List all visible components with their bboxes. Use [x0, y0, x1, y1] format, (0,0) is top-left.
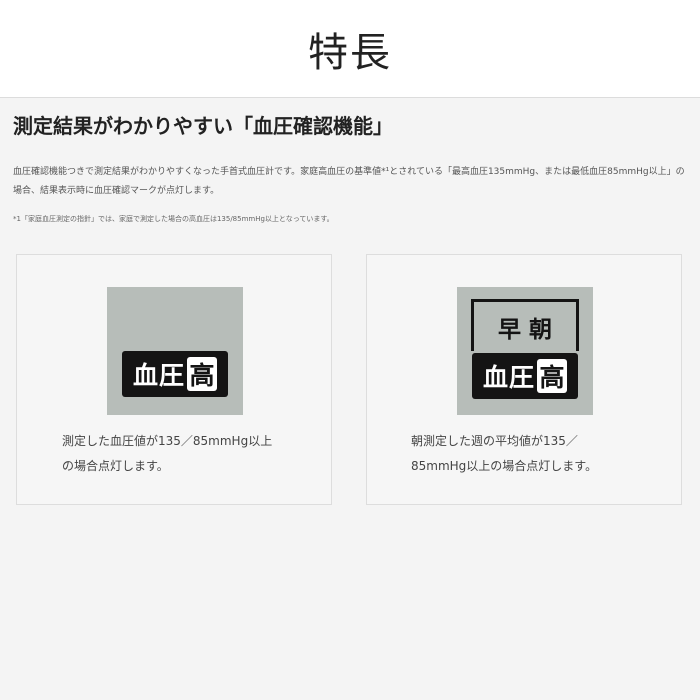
morning-bp-indicator-image: 早朝 血圧 高	[457, 287, 593, 415]
caption-line: 85mmHg以上の場合点灯します。	[411, 459, 598, 473]
lamp-text: 血圧	[482, 363, 535, 392]
morning-lamp-icon: 早朝	[471, 299, 579, 351]
lamp-text: 血圧	[132, 361, 185, 390]
page-header: 特長	[0, 0, 700, 98]
section-title: 測定結果がわかりやすい「血圧確認機能」	[13, 114, 393, 138]
lamp-highlight: 高	[537, 359, 567, 393]
caption-line: 朝測定した週の平均値が135／	[411, 434, 578, 448]
footnote: *1「家庭血圧測定の指針」では、家庭で測定した場合の高血圧は135/85mmHg…	[13, 215, 334, 223]
morning-label: 早朝	[498, 316, 560, 343]
caption-line: の場合点灯します。	[62, 459, 169, 473]
page-title: 特長	[308, 29, 392, 76]
caption-line: 測定した血圧値が135／85mmHg以上	[62, 434, 273, 448]
bp-indicator-image: 血圧 高	[107, 287, 243, 415]
high-bp-lamp-icon: 血圧 高	[472, 353, 578, 399]
feature-card-high-bp: 血圧 高 測定した血圧値が135／85mmHg以上 の場合点灯します。	[16, 254, 332, 505]
lamp-highlight: 高	[187, 357, 217, 391]
high-bp-lamp-icon: 血圧 高	[122, 351, 228, 397]
feature-description: 血圧確認機能つきで測定結果がわかりやすくなった手首式血圧計です。家庭高血圧の基準…	[13, 167, 685, 196]
card-caption: 測定した血圧値が135／85mmHg以上 の場合点灯します。	[62, 429, 322, 479]
card-caption: 朝測定した週の平均値が135／ 85mmHg以上の場合点灯します。	[411, 429, 671, 479]
feature-card-morning-high-bp: 早朝 血圧 高 朝測定した週の平均値が135／ 85mmHg以上の場合点灯します…	[366, 254, 682, 505]
